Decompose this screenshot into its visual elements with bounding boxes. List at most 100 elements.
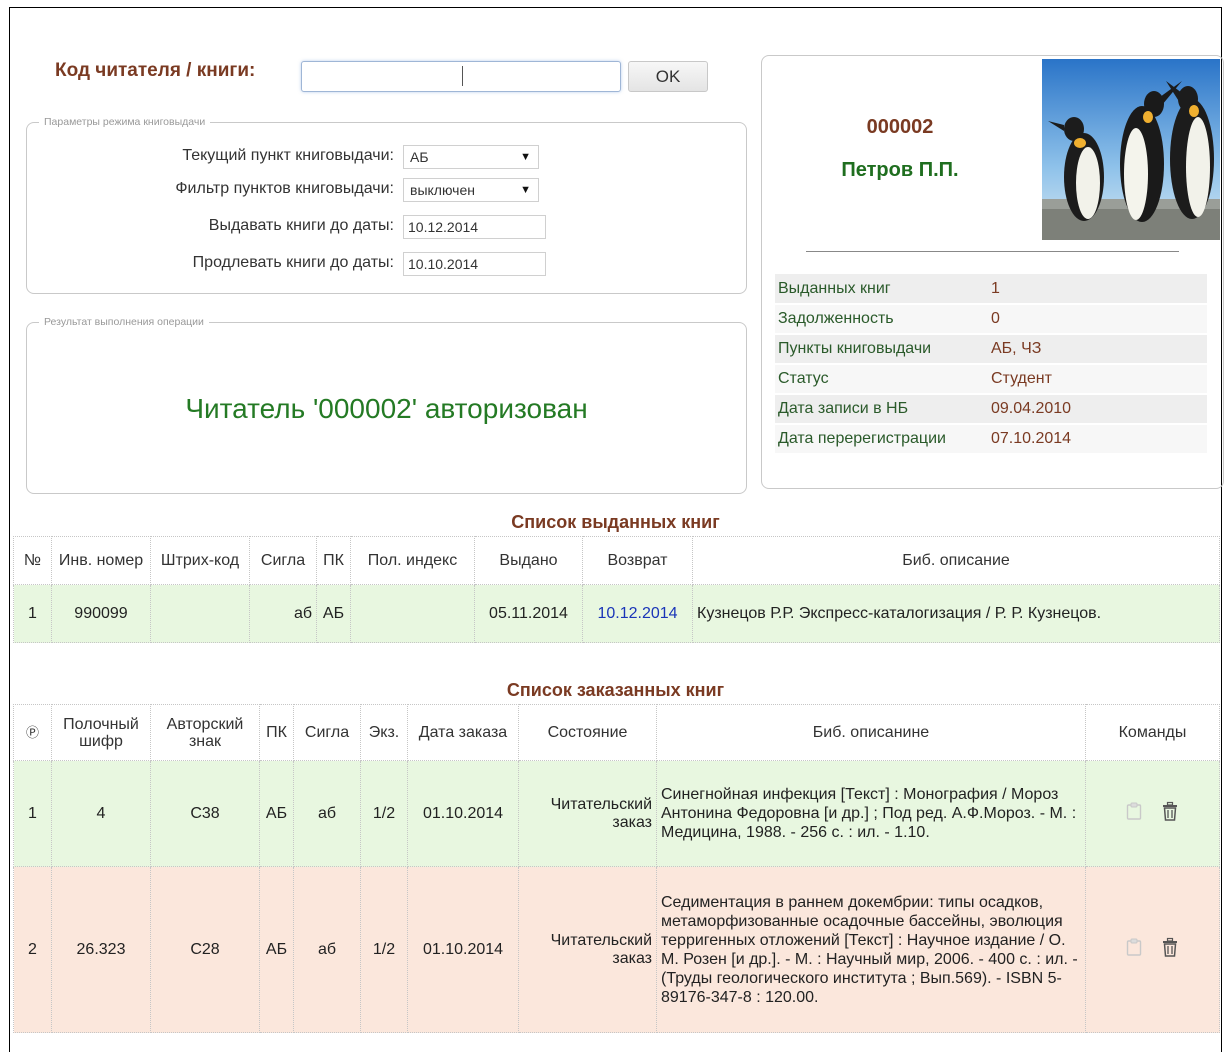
info-value: АБ, ЧЗ — [988, 334, 1207, 365]
reader-info-table: Выданных книг 1 Задолженность 0 Пункты к… — [775, 274, 1207, 455]
cell-shelf: 26.323 — [51, 866, 151, 1033]
cell-sigla: аб — [249, 584, 317, 643]
col-state: Состояние — [518, 704, 657, 761]
cell-num: 1 — [13, 760, 52, 867]
col-shelf: Полочный шифр — [51, 704, 151, 761]
current-point-select[interactable]: АБ ▼ — [403, 145, 539, 169]
info-row: Выданных книг 1 — [775, 274, 1207, 305]
info-key: Пункты книговыдачи — [775, 334, 988, 365]
issued-books-table: № Инв. номер Штрих-код Сигла ПК Пол. инд… — [13, 536, 1220, 643]
operation-result-group: Результат выполнения операции Читатель '… — [26, 316, 747, 494]
cell-state: Читательский заказ — [518, 866, 657, 1033]
info-key: Задолженность — [775, 304, 988, 335]
current-point-value: АБ — [410, 149, 429, 165]
extend-until-label: Продлевать книги до даты: — [192, 254, 394, 271]
result-message: Читатель '000002' авторизован — [185, 393, 588, 424]
cell-desc: Кузнецов Р.Р. Экспресс-каталогизация / Р… — [692, 584, 1220, 643]
cell-date: 01.10.2014 — [407, 866, 519, 1033]
trash-icon[interactable] — [1161, 801, 1179, 826]
col-commands: Команды — [1085, 704, 1220, 761]
result-legend: Результат выполнения операции — [39, 316, 209, 328]
reader-book-code-input[interactable] — [301, 61, 621, 92]
issue-until-label: Выдавать книги до даты: — [208, 217, 394, 234]
col-index: Пол. индекс — [350, 536, 475, 585]
cell-desc: Седиментация в раннем докембрии: типы ос… — [656, 866, 1086, 1033]
cell-num: 2 — [13, 866, 52, 1033]
ordered-header-row: Ⓟ Полочный шифр Авторский знак ПК Сигла … — [13, 704, 1220, 761]
cell-sigla: аб — [293, 760, 361, 867]
dropdown-arrow-icon: ▼ — [520, 184, 531, 196]
info-row: Статус Студент — [775, 364, 1207, 395]
col-pk: ПК — [259, 704, 294, 761]
cell-state: Читательский заказ — [518, 760, 657, 867]
text-caret — [462, 66, 463, 86]
issued-books-title: Список выданных книг — [511, 512, 720, 532]
filter-select[interactable]: выключен ▼ — [403, 178, 539, 202]
clipboard-icon[interactable] — [1126, 802, 1142, 825]
trash-icon[interactable] — [1161, 937, 1179, 962]
ok-button[interactable]: OK — [628, 61, 708, 92]
info-row: Пункты книговыдачи АБ, ЧЗ — [775, 334, 1207, 365]
col-desc: Биб. описание — [692, 536, 1220, 585]
info-key: Выданных книг — [775, 274, 988, 305]
ordered-books-table: Ⓟ Полочный шифр Авторский знак ПК Сигла … — [13, 704, 1220, 1033]
cell-num: 1 — [13, 584, 52, 643]
info-value: 07.10.2014 — [988, 424, 1207, 455]
current-point-label: Текущий пункт книговыдачи: — [182, 147, 394, 164]
cell-author: С38 — [150, 760, 260, 867]
col-return: Возврат — [582, 536, 693, 585]
cell-desc: Синегнойная инфекция [Текст] : Монографи… — [656, 760, 1086, 867]
col-copies: Экз. — [360, 704, 408, 761]
col-sigla: Сигла — [293, 704, 361, 761]
main-panel: Код читателя / книги: OK Параметры режим… — [9, 7, 1224, 1052]
params-legend: Параметры режима книговыдачи — [39, 116, 211, 128]
info-value: 1 — [988, 274, 1207, 305]
cell-pk: АБ — [259, 866, 294, 1033]
extend-until-input[interactable]: 10.10.2014 — [403, 252, 546, 276]
dropdown-arrow-icon: ▼ — [520, 151, 531, 163]
info-key: Дата перерегистрации — [775, 424, 988, 455]
info-key: Дата записи в НБ — [775, 394, 988, 425]
reader-code: 000002 — [866, 116, 934, 138]
cell-copies: 1/2 — [360, 760, 408, 867]
table-row[interactable]: 2 26.323 С28 АБ аб 1/2 01.10.2014 Читате… — [13, 866, 1220, 1033]
col-num: № — [13, 536, 52, 585]
issue-until-row: Выдавать книги до даты: 10.12.2014 — [27, 215, 746, 239]
cell-pk: АБ — [316, 584, 351, 643]
col-issued: Выдано — [474, 536, 583, 585]
cell-issued: 05.11.2014 — [474, 584, 583, 643]
info-value: Студент — [988, 364, 1207, 395]
col-desc: Биб. описанине — [656, 704, 1086, 761]
cell-return-date[interactable]: 10.12.2014 — [582, 584, 693, 643]
cell-shelf: 4 — [51, 760, 151, 867]
table-row[interactable]: 1 4 С38 АБ аб 1/2 01.10.2014 Читательски… — [13, 760, 1220, 867]
filter-value: выключен — [410, 182, 475, 198]
cell-copies: 1/2 — [360, 866, 408, 1033]
reader-name: Петров П.П. — [841, 159, 959, 181]
cell-inv: 990099 — [51, 584, 151, 643]
filter-row: Фильтр пунктов книговыдачи: выключен ▼ — [27, 178, 746, 202]
col-inv: Инв. номер — [51, 536, 151, 585]
info-row: Дата перерегистрации 07.10.2014 — [775, 424, 1207, 455]
info-value: 0 — [988, 304, 1207, 335]
cell-index — [350, 584, 475, 643]
cell-sigla: аб — [293, 866, 361, 1033]
col-date: Дата заказа — [407, 704, 519, 761]
cell-pk: АБ — [259, 760, 294, 867]
cell-barcode — [150, 584, 250, 643]
col-author: Авторский знак — [150, 704, 260, 761]
info-row: Дата записи в НБ 09.04.2010 — [775, 394, 1207, 425]
ordered-books-title: Список заказанных книг — [506, 680, 725, 700]
current-point-row: Текущий пункт книговыдачи: АБ ▼ — [27, 145, 746, 169]
clipboard-icon[interactable] — [1126, 938, 1142, 961]
cell-date: 01.10.2014 — [407, 760, 519, 867]
cell-commands — [1085, 866, 1220, 1033]
card-divider — [806, 251, 1179, 252]
col-sigla: Сигла — [249, 536, 317, 585]
info-value: 09.04.2010 — [988, 394, 1207, 425]
extend-until-row: Продлевать книги до даты: 10.10.2014 — [27, 252, 746, 276]
table-row[interactable]: 1 990099 аб АБ 05.11.2014 10.12.2014 Куз… — [13, 584, 1220, 643]
issue-until-input[interactable]: 10.12.2014 — [403, 215, 546, 239]
issue-mode-params-group: Параметры режима книговыдачи Текущий пун… — [26, 116, 747, 294]
cell-commands — [1085, 760, 1220, 867]
